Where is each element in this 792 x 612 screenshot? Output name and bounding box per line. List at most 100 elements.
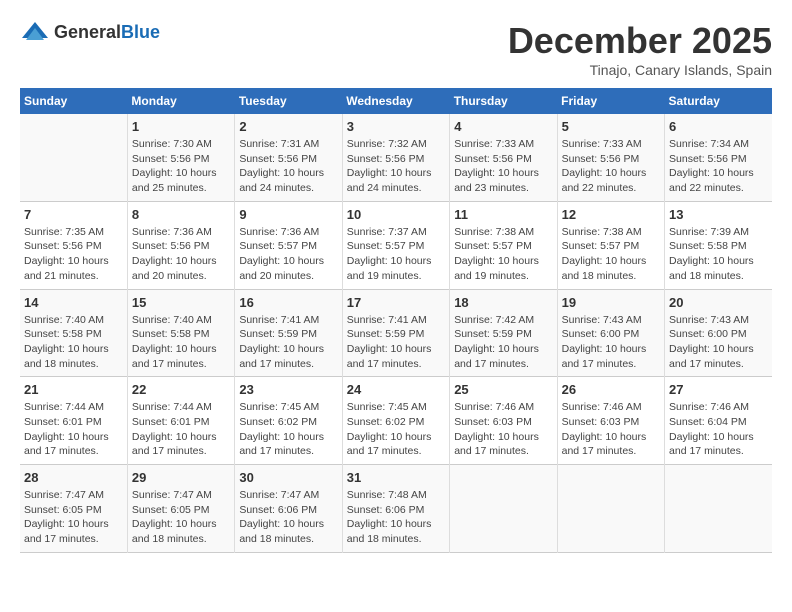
header-cell-saturday: Saturday — [665, 88, 772, 114]
day-number: 28 — [24, 470, 123, 485]
day-number: 13 — [669, 207, 768, 222]
day-info: Sunrise: 7:46 AM Sunset: 6:04 PM Dayligh… — [669, 400, 768, 459]
day-cell: 20Sunrise: 7:43 AM Sunset: 6:00 PM Dayli… — [665, 289, 772, 377]
logo-icon — [20, 20, 50, 44]
header-cell-sunday: Sunday — [20, 88, 127, 114]
day-number: 30 — [239, 470, 337, 485]
day-cell: 23Sunrise: 7:45 AM Sunset: 6:02 PM Dayli… — [235, 377, 342, 465]
day-cell: 25 Sunrise: 7:46 AM Sunset: 6:03 PM Dayli… — [450, 377, 557, 465]
day-cell: 24 Sunrise: 7:45 AM Sunset: 6:02 PM Dayli… — [342, 377, 449, 465]
logo-blue: Blue — [121, 22, 160, 42]
day-info: Sunrise: 7:45 AM Sunset: 6:02 PM Dayligh… — [347, 400, 445, 459]
day-number: 27 — [669, 382, 768, 397]
logo: GeneralBlue — [20, 20, 160, 44]
day-cell: 12 Sunrise: 7:38 AM Sunset: 5:57 PM Dayli… — [557, 201, 664, 289]
day-cell: 30 Sunrise: 7:47 AM Sunset: 6:06 PM Dayli… — [235, 465, 342, 553]
day-info: Sunrise: 7:33 AM Sunset: 5:56 PM Dayligh… — [562, 137, 660, 196]
day-number: 11 — [454, 207, 552, 222]
day-cell: 13Sunrise: 7:39 AM Sunset: 5:58 PM Dayli… — [665, 201, 772, 289]
day-cell: 16 Sunrise: 7:41 AM Sunset: 5:59 PM Dayli… — [235, 289, 342, 377]
day-info: Sunrise: 7:38 AM Sunset: 5:57 PM Dayligh… — [562, 225, 660, 284]
day-info: Sunrise: 7:35 AM Sunset: 5:56 PM Dayligh… — [24, 225, 123, 284]
day-number: 4 — [454, 119, 552, 134]
day-cell: 8 Sunrise: 7:36 AM Sunset: 5:56 PM Daylig… — [127, 201, 234, 289]
logo-general: General — [54, 22, 121, 42]
day-info: Sunrise: 7:43 AM Sunset: 6:00 PM Dayligh… — [562, 313, 660, 372]
day-info: Sunrise: 7:46 AM Sunset: 6:03 PM Dayligh… — [454, 400, 552, 459]
day-number: 12 — [562, 207, 660, 222]
day-cell: 5 Sunrise: 7:33 AM Sunset: 5:56 PM Daylig… — [557, 114, 664, 201]
day-cell: 29 Sunrise: 7:47 AM Sunset: 6:05 PM Dayli… — [127, 465, 234, 553]
day-number: 21 — [24, 382, 123, 397]
day-cell: 2Sunrise: 7:31 AM Sunset: 5:56 PM Daylig… — [235, 114, 342, 201]
week-row-3: 14 Sunrise: 7:40 AM Sunset: 5:58 PM Dayli… — [20, 289, 772, 377]
header-cell-monday: Monday — [127, 88, 234, 114]
day-info: Sunrise: 7:37 AM Sunset: 5:57 PM Dayligh… — [347, 225, 445, 284]
day-cell — [557, 465, 664, 553]
day-cell: 3 Sunrise: 7:32 AM Sunset: 5:56 PM Daylig… — [342, 114, 449, 201]
header-cell-thursday: Thursday — [450, 88, 557, 114]
day-number: 19 — [562, 295, 660, 310]
day-info: Sunrise: 7:36 AM Sunset: 5:56 PM Dayligh… — [132, 225, 230, 284]
day-info: Sunrise: 7:44 AM Sunset: 6:01 PM Dayligh… — [24, 400, 123, 459]
week-row-1: 1 Sunrise: 7:30 AM Sunset: 5:56 PM Daylig… — [20, 114, 772, 201]
day-number: 22 — [132, 382, 230, 397]
day-number: 5 — [562, 119, 660, 134]
day-cell: 19 Sunrise: 7:43 AM Sunset: 6:00 PM Dayli… — [557, 289, 664, 377]
day-cell: 27 Sunrise: 7:46 AM Sunset: 6:04 PM Dayli… — [665, 377, 772, 465]
month-title: December 2025 — [508, 20, 772, 62]
week-row-4: 21 Sunrise: 7:44 AM Sunset: 6:01 PM Dayli… — [20, 377, 772, 465]
header-cell-tuesday: Tuesday — [235, 88, 342, 114]
header-cell-friday: Friday — [557, 88, 664, 114]
day-number: 24 — [347, 382, 445, 397]
day-number: 6 — [669, 119, 768, 134]
day-info: Sunrise: 7:40 AM Sunset: 5:58 PM Dayligh… — [132, 313, 230, 372]
week-row-5: 28 Sunrise: 7:47 AM Sunset: 6:05 PM Dayli… — [20, 465, 772, 553]
day-number: 10 — [347, 207, 445, 222]
subtitle: Tinajo, Canary Islands, Spain — [508, 62, 772, 78]
day-number: 1 — [132, 119, 230, 134]
day-number: 25 — [454, 382, 552, 397]
day-number: 23 — [239, 382, 337, 397]
day-number: 3 — [347, 119, 445, 134]
day-info: Sunrise: 7:48 AM Sunset: 6:06 PM Dayligh… — [347, 488, 445, 547]
day-number: 26 — [562, 382, 660, 397]
day-info: Sunrise: 7:30 AM Sunset: 5:56 PM Dayligh… — [132, 137, 230, 196]
day-cell: 9 Sunrise: 7:36 AM Sunset: 5:57 PM Daylig… — [235, 201, 342, 289]
day-info: Sunrise: 7:38 AM Sunset: 5:57 PM Dayligh… — [454, 225, 552, 284]
week-row-2: 7Sunrise: 7:35 AM Sunset: 5:56 PM Daylig… — [20, 201, 772, 289]
day-number: 8 — [132, 207, 230, 222]
day-info: Sunrise: 7:40 AM Sunset: 5:58 PM Dayligh… — [24, 313, 123, 372]
day-cell: 31Sunrise: 7:48 AM Sunset: 6:06 PM Dayli… — [342, 465, 449, 553]
day-info: Sunrise: 7:44 AM Sunset: 6:01 PM Dayligh… — [132, 400, 230, 459]
day-number: 17 — [347, 295, 445, 310]
day-cell: 11 Sunrise: 7:38 AM Sunset: 5:57 PM Dayli… — [450, 201, 557, 289]
header-row: SundayMondayTuesdayWednesdayThursdayFrid… — [20, 88, 772, 114]
day-cell: 7Sunrise: 7:35 AM Sunset: 5:56 PM Daylig… — [20, 201, 127, 289]
day-number: 18 — [454, 295, 552, 310]
day-info: Sunrise: 7:36 AM Sunset: 5:57 PM Dayligh… — [239, 225, 337, 284]
day-cell: 14 Sunrise: 7:40 AM Sunset: 5:58 PM Dayli… — [20, 289, 127, 377]
day-cell — [20, 114, 127, 201]
day-number: 2 — [239, 119, 337, 134]
day-cell: 17 Sunrise: 7:41 AM Sunset: 5:59 PM Dayli… — [342, 289, 449, 377]
day-info: Sunrise: 7:41 AM Sunset: 5:59 PM Dayligh… — [347, 313, 445, 372]
day-info: Sunrise: 7:33 AM Sunset: 5:56 PM Dayligh… — [454, 137, 552, 196]
header: GeneralBlue December 2025 Tinajo, Canary… — [20, 20, 772, 78]
day-cell: 1 Sunrise: 7:30 AM Sunset: 5:56 PM Daylig… — [127, 114, 234, 201]
title-area: December 2025 Tinajo, Canary Islands, Sp… — [508, 20, 772, 78]
day-info: Sunrise: 7:46 AM Sunset: 6:03 PM Dayligh… — [562, 400, 660, 459]
day-info: Sunrise: 7:32 AM Sunset: 5:56 PM Dayligh… — [347, 137, 445, 196]
day-info: Sunrise: 7:47 AM Sunset: 6:06 PM Dayligh… — [239, 488, 337, 547]
day-cell: 4 Sunrise: 7:33 AM Sunset: 5:56 PM Daylig… — [450, 114, 557, 201]
day-number: 15 — [132, 295, 230, 310]
day-number: 14 — [24, 295, 123, 310]
day-cell: 18Sunrise: 7:42 AM Sunset: 5:59 PM Dayli… — [450, 289, 557, 377]
day-info: Sunrise: 7:41 AM Sunset: 5:59 PM Dayligh… — [239, 313, 337, 372]
day-number: 9 — [239, 207, 337, 222]
day-cell — [450, 465, 557, 553]
day-cell — [665, 465, 772, 553]
day-number: 16 — [239, 295, 337, 310]
day-info: Sunrise: 7:47 AM Sunset: 6:05 PM Dayligh… — [132, 488, 230, 547]
day-number: 29 — [132, 470, 230, 485]
